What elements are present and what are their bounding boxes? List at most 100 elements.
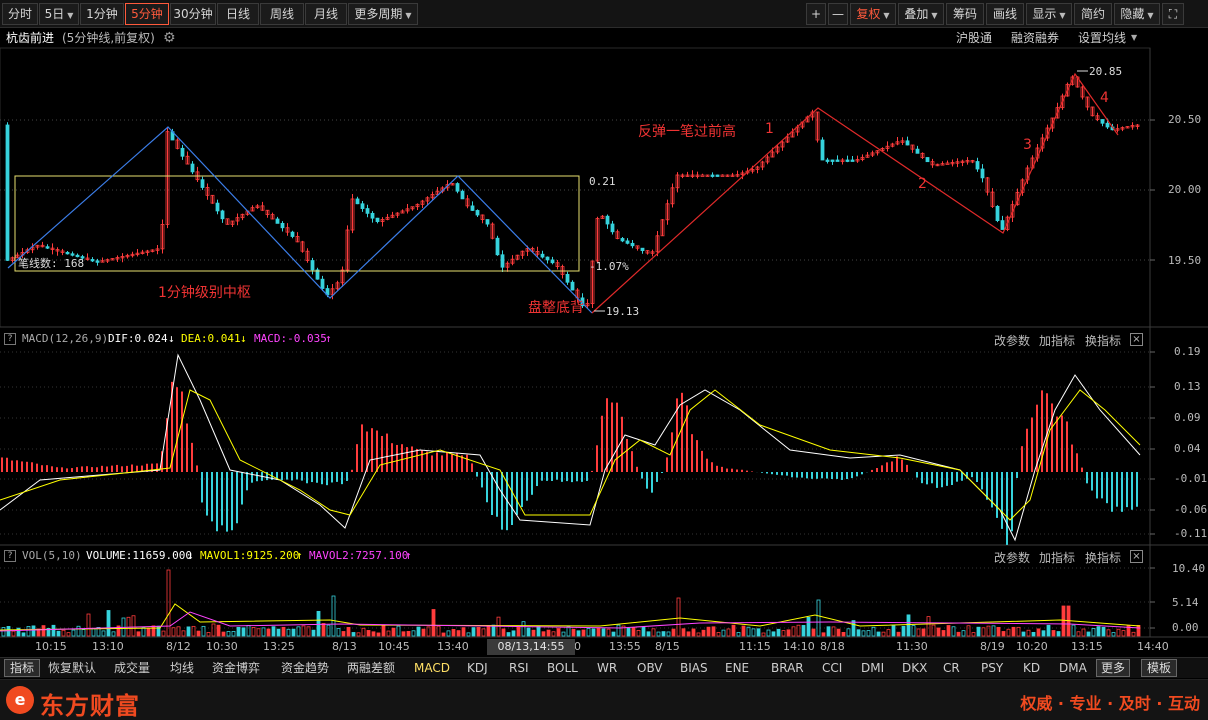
volume-bar xyxy=(706,626,711,637)
volume-bar xyxy=(816,599,821,637)
tab-KDJ[interactable]: KDJ xyxy=(467,659,488,677)
volume-bar xyxy=(136,631,141,637)
volume-bar xyxy=(836,628,841,637)
volume-bar xyxy=(796,624,801,637)
x-axis-label: 14:40 xyxy=(1137,640,1169,653)
tab-PSY[interactable]: PSY xyxy=(981,659,1003,677)
tab-CCI[interactable]: CCI xyxy=(822,659,842,677)
template-button[interactable]: 模板 xyxy=(1141,659,1177,677)
tab-两融差额[interactable]: 两融差额 xyxy=(347,659,395,677)
volume-bar xyxy=(161,630,166,637)
tab-指标[interactable]: 指标 xyxy=(4,659,40,677)
volume-bar xyxy=(551,631,556,637)
x-axis-label: 13:40 xyxy=(437,640,469,653)
vol-params-button[interactable]: 改参数 xyxy=(994,549,1030,566)
tab-DMA[interactable]: DMA xyxy=(1059,659,1087,677)
candle-body xyxy=(845,159,850,162)
tab-成交量[interactable]: 成交量 xyxy=(114,659,150,677)
candle-body xyxy=(995,205,1000,222)
y-vol-label: 0.00 xyxy=(1172,621,1199,634)
volume-bar xyxy=(506,632,511,637)
tab-恢复默认[interactable]: 恢复默认 xyxy=(48,659,96,677)
tab-BOLL[interactable]: BOLL xyxy=(547,659,578,677)
help-icon[interactable]: ? xyxy=(4,333,16,345)
close-icon[interactable]: × xyxy=(1130,550,1143,563)
tab-BRAR[interactable]: BRAR xyxy=(771,659,804,677)
tab-BIAS[interactable]: BIAS xyxy=(680,659,708,677)
volume-bar xyxy=(646,631,651,637)
x-axis-label: 8/12 xyxy=(166,640,191,653)
tab-KD[interactable]: KD xyxy=(1023,659,1040,677)
candle-body xyxy=(220,210,225,220)
vol-change-indicator-button[interactable]: 换指标 xyxy=(1085,549,1121,566)
tab-CR[interactable]: CR xyxy=(943,659,960,677)
volume-bar xyxy=(676,597,681,637)
volume-bar xyxy=(856,629,861,637)
tab-DMI[interactable]: DMI xyxy=(861,659,884,677)
candle-body xyxy=(605,215,610,225)
tab-DKX[interactable]: DKX xyxy=(902,659,927,677)
tab-资金趋势[interactable]: 资金趋势 xyxy=(281,659,329,677)
y-macd-label: 0.04 xyxy=(1174,442,1201,455)
volume-bar xyxy=(286,628,291,637)
volume-bar xyxy=(516,626,521,637)
volume-bar xyxy=(276,628,281,637)
volume-bar xyxy=(1071,624,1076,637)
volume-bar xyxy=(716,632,721,637)
macd-add-indicator-button[interactable]: 加指标 xyxy=(1039,332,1075,349)
vol-add-indicator-button[interactable]: 加指标 xyxy=(1039,549,1075,566)
volume-bar xyxy=(746,626,751,637)
stroke-3-label: 3 xyxy=(1023,137,1032,153)
x-axis-label: 10:15 xyxy=(35,640,67,653)
candle-body xyxy=(715,174,720,177)
volume-bar xyxy=(491,624,496,637)
volume-bar xyxy=(126,616,131,637)
tab-ENE[interactable]: ENE xyxy=(725,659,749,677)
volume-bar xyxy=(821,632,826,637)
volume-bar xyxy=(936,627,941,637)
volume-bar xyxy=(231,630,236,637)
volume-bar xyxy=(411,630,416,637)
stroke-4-label: 4 xyxy=(1100,90,1109,106)
volume-bar xyxy=(766,629,771,637)
volume-bar xyxy=(416,626,421,637)
volume-bar xyxy=(801,625,806,637)
volume-bar xyxy=(891,625,896,637)
macd-change-indicator-button[interactable]: 换指标 xyxy=(1085,332,1121,349)
volume-bar xyxy=(1101,626,1106,637)
candle-body xyxy=(630,242,635,247)
more-indicators-button[interactable]: 更多 xyxy=(1096,659,1130,677)
volume-bar xyxy=(586,628,591,637)
volume-bar xyxy=(731,624,736,637)
x-axis-label: 13:10 xyxy=(92,640,124,653)
brand-logo: 东方财富 xyxy=(40,692,140,720)
close-icon[interactable]: × xyxy=(1130,333,1143,346)
vol-header: ? VOL(5,10) VOLUME:11659.000 ↓ MAVOL1:91… xyxy=(0,547,1150,565)
tab-均线[interactable]: 均线 xyxy=(170,659,194,677)
volume-bar xyxy=(1051,630,1056,637)
volume-bar xyxy=(876,631,881,637)
candle-body xyxy=(925,157,930,163)
volume-bar xyxy=(386,630,391,637)
volume-bar xyxy=(756,628,761,637)
help-icon[interactable]: ? xyxy=(4,550,16,562)
tab-WR[interactable]: WR xyxy=(597,659,617,677)
y-macd-label: -0.01 xyxy=(1174,472,1208,485)
tab-MACD[interactable]: MACD xyxy=(414,659,450,677)
volume-bar xyxy=(86,613,91,637)
volume-bar xyxy=(211,623,216,637)
vol-mavol1: MAVOL1:9125.200 xyxy=(200,549,300,562)
tab-OBV[interactable]: OBV xyxy=(637,659,663,677)
volume-bar xyxy=(1111,632,1116,637)
volume-bar xyxy=(906,614,911,637)
volume-bar xyxy=(296,626,301,637)
macd-params-button[interactable]: 改参数 xyxy=(994,332,1030,349)
volume-bar xyxy=(376,632,381,637)
candle-body xyxy=(565,273,570,283)
tab-RSI[interactable]: RSI xyxy=(509,659,529,677)
tab-资金博弈[interactable]: 资金博弈 xyxy=(212,659,260,677)
volume-bar xyxy=(441,632,446,637)
candle-body xyxy=(475,210,480,216)
volume-bar xyxy=(1056,631,1061,637)
x-cursor-label: 08/13,14:55 xyxy=(487,639,575,655)
